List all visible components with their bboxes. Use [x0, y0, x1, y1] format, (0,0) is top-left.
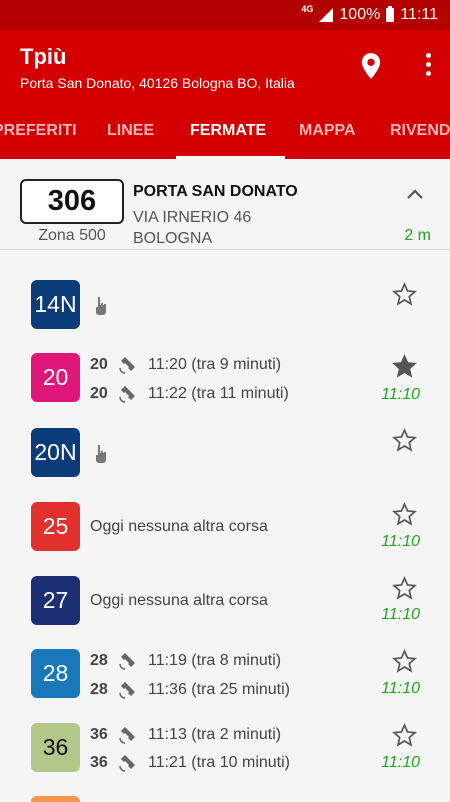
no-more-runs: Oggi nessuna altra corsa [90, 518, 268, 535]
app-bar: Tpiù Porta San Donato, 40126 Bologna BO,… [0, 30, 450, 102]
line-badge-partial[interactable] [31, 796, 80, 802]
departure-time: 11:20 (tra 9 minuti) [148, 356, 282, 373]
network-type: 4G [301, 4, 314, 14]
satellite-icon [119, 727, 135, 744]
tab-bar: PREFERITI LINEE FERMATE MAPPA RIVENDITE [0, 102, 450, 159]
no-more-runs: Oggi nessuna altra corsa [90, 592, 268, 609]
stop-name: PORTA SAN DONATO [133, 183, 298, 200]
departure-time: 11:13 (tra 2 minuti) [148, 726, 282, 743]
tab-mappa[interactable]: MAPPA [299, 102, 356, 159]
tab-rivendite[interactable]: RIVENDITE [390, 102, 450, 159]
satellite-icon [119, 755, 135, 772]
departure-line: 28 [90, 652, 108, 669]
departure: 20 11:22 (tra 11 minuti) [90, 384, 289, 404]
last-update: 11:10 [381, 606, 420, 623]
last-update: 11:10 [381, 533, 420, 550]
stop-code: 306 [20, 179, 124, 224]
departure-line: 36 [90, 726, 108, 743]
stop-address-block: VIA IRNERIO 46 BOLOGNA [133, 207, 251, 249]
departure-time: 11:21 (tra 10 minuti) [148, 754, 290, 771]
line-badge: 25 [31, 502, 80, 551]
departure-time: 11:19 (tra 8 minuti) [148, 652, 282, 669]
stop-city: BOLOGNA [133, 230, 213, 247]
battery-icon [386, 6, 395, 22]
line-badge: 20N [31, 428, 80, 477]
app-title: Tpiù [20, 44, 67, 69]
current-address: Porta San Donato, 40126 Bologna BO, Ital… [20, 75, 295, 91]
chevron-up-icon[interactable] [407, 189, 423, 199]
clock: 11:11 [400, 6, 438, 23]
departure-line: 20 [90, 385, 108, 402]
favorite-star-icon[interactable] [392, 282, 417, 307]
favorite-star-icon[interactable] [392, 502, 417, 527]
hand-request-icon [96, 297, 106, 315]
last-update: 11:10 [381, 386, 420, 403]
line-badge: 20 [31, 353, 80, 402]
line-badge: 27 [31, 576, 80, 625]
satellite-icon [119, 386, 135, 403]
tab-linee[interactable]: LINEE [107, 102, 154, 159]
favorite-star-icon[interactable] [392, 723, 417, 748]
departure: 28 11:19 (tra 8 minuti) [90, 651, 281, 671]
stop-zone: Zona 500 [38, 227, 106, 244]
line-badge: 14N [31, 280, 80, 329]
battery-percent: 100% [339, 6, 381, 23]
hand-request-icon [96, 445, 106, 463]
departure: 20 11:20 (tra 9 minuti) [90, 355, 281, 375]
last-update: 11:10 [381, 680, 420, 697]
satellite-icon [119, 682, 135, 699]
departure: 28 11:36 (tra 25 minuti) [90, 680, 290, 700]
departure-time: 11:36 (tra 25 minuti) [148, 681, 290, 698]
location-pin-icon[interactable] [360, 52, 382, 80]
stop-distance: 2 m [404, 227, 431, 244]
favorite-star-icon[interactable] [392, 428, 417, 453]
stop-header[interactable]: 306 Zona 500 PORTA SAN DONATO VIA IRNERI… [0, 159, 450, 250]
status-bar: 4G 100% 11:11 [0, 0, 450, 30]
more-vert-icon[interactable] [424, 53, 432, 77]
favorite-star-icon[interactable] [392, 576, 417, 601]
departure: 36 11:13 (tra 2 minuti) [90, 725, 281, 745]
departure-line: 28 [90, 681, 108, 698]
departure-time: 11:22 (tra 11 minuti) [148, 385, 289, 402]
tab-preferiti[interactable]: PREFERITI [0, 102, 77, 159]
last-update: 11:10 [381, 754, 420, 771]
satellite-icon [119, 357, 135, 374]
satellite-icon [119, 653, 135, 670]
departure-line: 20 [90, 356, 108, 373]
line-badge: 36 [31, 723, 80, 772]
line-badge: 28 [31, 649, 80, 698]
departure: 36 11:21 (tra 10 minuti) [90, 753, 290, 773]
favorite-star-filled-icon[interactable] [392, 354, 417, 379]
favorite-star-icon[interactable] [392, 649, 417, 674]
tab-fermate[interactable]: FERMATE [190, 102, 266, 159]
signal-icon [319, 8, 334, 22]
stop-address: VIA IRNERIO 46 [133, 209, 252, 226]
departure-line: 36 [90, 754, 108, 771]
